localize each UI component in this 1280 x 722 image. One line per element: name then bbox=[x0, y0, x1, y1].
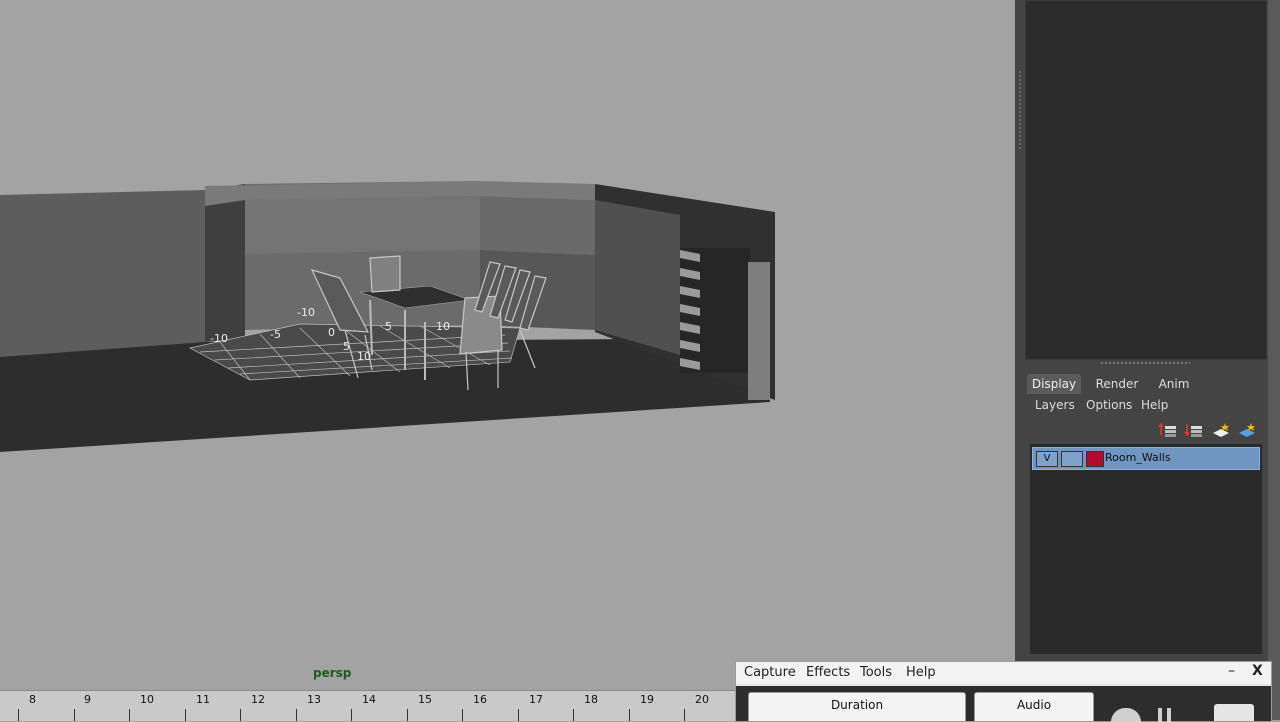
stop-button[interactable] bbox=[1214, 704, 1254, 721]
move-layer-down-icon[interactable] bbox=[1184, 421, 1204, 439]
camera-label: persp bbox=[313, 666, 352, 680]
move-layer-up-icon[interactable] bbox=[1158, 421, 1178, 439]
frame-label: 11 bbox=[196, 693, 210, 706]
layer-display-type-toggle[interactable] bbox=[1061, 451, 1083, 467]
frame-tick bbox=[74, 709, 75, 721]
wall-pillar bbox=[205, 184, 245, 342]
grid-label: 5 bbox=[385, 320, 392, 333]
layer-row-room-walls[interactable]: V Room_Walls bbox=[1032, 447, 1260, 470]
frame-tick bbox=[573, 709, 574, 721]
grid-label: 10 bbox=[436, 320, 450, 333]
frame-tick bbox=[351, 709, 352, 721]
frame-label: 13 bbox=[307, 693, 321, 706]
frame-tick bbox=[185, 709, 186, 721]
menu-effects[interactable]: Effects bbox=[806, 665, 850, 680]
frame-tick bbox=[407, 709, 408, 721]
menu-tools[interactable]: Tools bbox=[860, 665, 892, 680]
grid-label: 0 bbox=[328, 326, 335, 339]
frame-label: 9 bbox=[84, 693, 91, 706]
frame-tick bbox=[129, 709, 130, 721]
perspective-viewport[interactable]: -10 -5 0 5 10 -10 5 10 persp bbox=[0, 0, 1015, 690]
grid-label: 10 bbox=[357, 350, 371, 363]
frame-label: 19 bbox=[640, 693, 654, 706]
layer-name[interactable]: Room_Walls bbox=[1105, 451, 1171, 464]
close-button[interactable]: X bbox=[1252, 663, 1263, 679]
grid-label: 5 bbox=[343, 340, 350, 353]
frame-tick bbox=[240, 709, 241, 721]
minimize-button[interactable]: – bbox=[1228, 663, 1235, 679]
left-wall bbox=[0, 190, 205, 357]
menu-help[interactable]: Help bbox=[1141, 398, 1168, 412]
panel-scrollbar[interactable] bbox=[1268, 0, 1280, 720]
right-wall-panel bbox=[595, 200, 680, 355]
tab-audio[interactable]: Audio bbox=[974, 692, 1094, 722]
frame-label: 8 bbox=[29, 693, 36, 706]
menu-layers[interactable]: Layers bbox=[1035, 398, 1075, 412]
frame-tick bbox=[462, 709, 463, 721]
new-layer-from-selected-icon[interactable] bbox=[1237, 421, 1257, 439]
grid-label: -5 bbox=[270, 328, 281, 341]
tab-display[interactable]: Display bbox=[1027, 374, 1081, 394]
capture-window: Capture Effects Tools Help – X Duration … bbox=[735, 661, 1272, 722]
frame-label: 10 bbox=[140, 693, 154, 706]
layer-color-swatch[interactable] bbox=[1086, 451, 1104, 467]
frame-label: 15 bbox=[418, 693, 432, 706]
capture-body: Duration Audio bbox=[736, 686, 1271, 722]
layer-list[interactable] bbox=[1030, 444, 1262, 654]
frame-label: 12 bbox=[251, 693, 265, 706]
horizontal-splitter[interactable] bbox=[1100, 361, 1190, 365]
grid-label: -10 bbox=[210, 332, 228, 345]
grid-label: -10 bbox=[297, 306, 315, 319]
tab-anim[interactable]: Anim bbox=[1149, 374, 1199, 394]
frame-label: 16 bbox=[473, 693, 487, 706]
frame-label: 17 bbox=[529, 693, 543, 706]
new-layer-icon[interactable] bbox=[1211, 421, 1231, 439]
frame-tick bbox=[518, 709, 519, 721]
menu-options[interactable]: Options bbox=[1086, 398, 1132, 412]
menu-capture[interactable]: Capture bbox=[744, 665, 796, 680]
frame-label: 20 bbox=[695, 693, 709, 706]
frame-label: 18 bbox=[584, 693, 598, 706]
frame-tick bbox=[296, 709, 297, 721]
capture-menubar: Capture Effects Tools Help – X bbox=[736, 662, 1271, 684]
frame-tick bbox=[629, 709, 630, 721]
tab-render[interactable]: Render bbox=[1089, 374, 1145, 394]
tab-duration[interactable]: Duration bbox=[748, 692, 966, 722]
layer-visibility-toggle[interactable]: V bbox=[1036, 451, 1058, 467]
panel-splitter[interactable] bbox=[1018, 70, 1022, 150]
frame-tick bbox=[684, 709, 685, 721]
time-slider[interactable]: 8 9 10 11 12 13 14 15 16 17 18 19 20 bbox=[0, 690, 740, 721]
frame-tick bbox=[18, 709, 19, 721]
room-scene bbox=[0, 181, 775, 452]
soffit-side bbox=[480, 196, 595, 255]
menu-help[interactable]: Help bbox=[906, 665, 936, 680]
frame-label: 14 bbox=[362, 693, 376, 706]
channel-box[interactable] bbox=[1025, 0, 1267, 360]
soffit bbox=[245, 196, 480, 254]
